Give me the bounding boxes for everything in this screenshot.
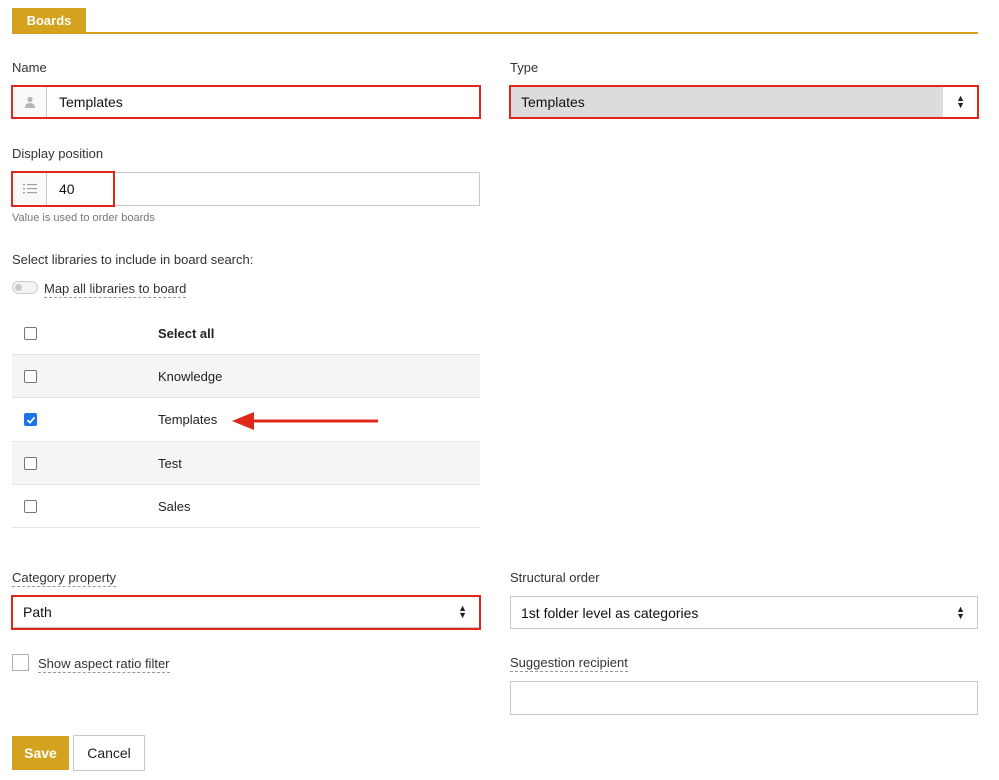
table-row: Test [12,442,480,485]
aspect-ratio-checkbox[interactable] [12,654,29,671]
library-label: Sales [158,498,191,514]
table-row-select-all: Select all [12,312,480,355]
arrow-left-icon [232,412,378,430]
type-label: Type [510,60,539,75]
category-property-value: Path [23,604,52,620]
name-label: Name [12,60,47,75]
library-checkbox-knowledge[interactable] [24,369,37,383]
select-all-checkbox[interactable] [24,326,37,340]
category-property-label: Category property [12,570,117,587]
name-value: Templates [59,94,123,110]
tab-underline [12,32,978,34]
name-field[interactable]: Templates [12,86,480,118]
suggestion-recipient-label: Suggestion recipient [510,655,628,672]
tab-boards[interactable]: Boards [12,8,86,32]
chevron-updown-icon: ▲ ▼ [458,603,467,620]
display-position-value: 40 [59,181,75,197]
suggestion-recipient-input[interactable] [510,681,978,715]
libraries-label: Select libraries to include in board sea… [12,252,254,267]
structural-order-select[interactable]: 1st folder level as categories ▲ ▼ [510,596,978,629]
select-all-label: Select all [158,325,215,341]
structural-order-label: Structural order [510,570,600,585]
ordered-list-icon [13,173,47,205]
toggle-knob [15,284,22,291]
type-select[interactable]: Templates ▲ ▼ [510,86,978,118]
map-all-toggle[interactable] [12,281,38,294]
map-all-label[interactable]: Map all libraries to board [44,281,187,298]
aspect-ratio-label[interactable]: Show aspect ratio filter [38,656,170,673]
chevron-updown-icon: ▲ ▼ [956,603,965,621]
category-property-select[interactable]: Path ▲ ▼ [12,596,480,628]
table-row: Knowledge [12,355,480,398]
cancel-button[interactable]: Cancel [73,735,145,771]
library-checkbox-sales[interactable] [24,499,37,513]
display-position-help: Value is used to order boards [12,212,155,224]
table-row: Sales [12,485,480,528]
library-label: Templates [158,412,218,427]
library-checkbox-templates[interactable] [24,413,37,426]
structural-order-value: 1st folder level as categories [521,604,699,621]
type-value: Templates [521,94,585,110]
user-icon [13,87,47,117]
library-label: Test [158,455,182,471]
display-position-field[interactable]: 40 [12,172,480,206]
save-button[interactable]: Save [12,736,69,770]
library-checkbox-test[interactable] [24,456,37,470]
library-label: Knowledge [158,368,223,384]
display-position-label: Display position [12,146,104,161]
checkmark-icon [26,416,35,424]
chevron-updown-icon: ▲ ▼ [956,93,965,110]
